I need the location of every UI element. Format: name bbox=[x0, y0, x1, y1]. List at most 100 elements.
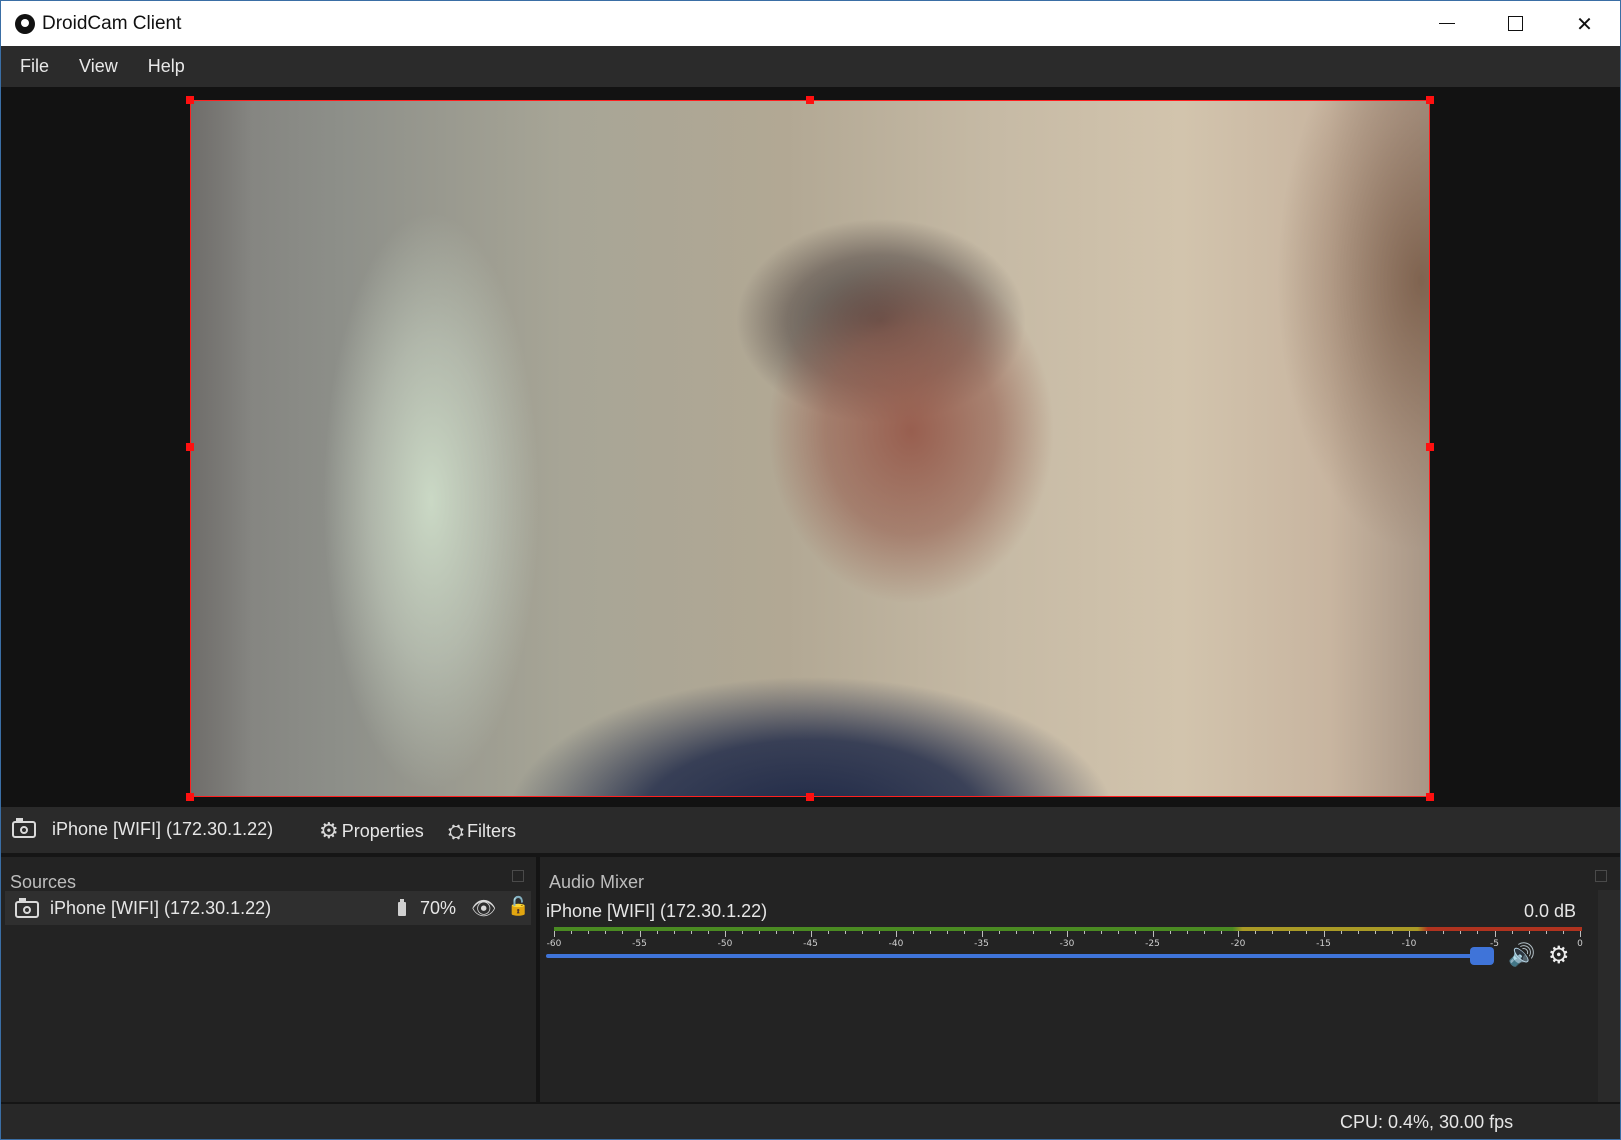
meter-scale-label: -10 bbox=[1401, 939, 1417, 949]
meter-minor-tick bbox=[930, 931, 932, 934]
filters-label: Filters bbox=[467, 820, 516, 841]
battery-icon bbox=[398, 899, 406, 916]
meter-minor-tick bbox=[1460, 931, 1462, 934]
meter-scale-label: -20 bbox=[1230, 939, 1246, 949]
meter-minor-tick bbox=[1272, 931, 1274, 934]
meter-minor-tick bbox=[1186, 931, 1188, 934]
meter-scale-label: 0 bbox=[1577, 939, 1583, 949]
meter-minor-tick bbox=[861, 931, 863, 934]
audio-mixer-dock: Audio Mixer iPhone [WIFI] (172.30.1.22) … bbox=[540, 857, 1620, 1102]
meter-major-tick bbox=[639, 931, 641, 937]
sources-title: Sources bbox=[10, 872, 77, 892]
source-camera-button[interactable] bbox=[12, 818, 36, 838]
meter-minor-tick bbox=[673, 931, 675, 934]
undock-icon[interactable] bbox=[512, 870, 524, 882]
resize-handle-top[interactable] bbox=[806, 96, 814, 104]
meter-minor-tick bbox=[1477, 931, 1479, 934]
menu-file[interactable]: File bbox=[1, 56, 63, 77]
properties-button[interactable]: ⚙ Properties bbox=[319, 819, 424, 844]
meter-scale-label: -60 bbox=[546, 939, 562, 949]
meter-minor-tick bbox=[1049, 931, 1051, 934]
status-bar: CPU: 0.4%, 30.00 fps bbox=[1, 1102, 1620, 1139]
meter-minor-tick bbox=[1306, 931, 1308, 934]
meter-scale-label: -50 bbox=[717, 939, 733, 949]
meter-minor-tick bbox=[1289, 931, 1291, 934]
video-edge-shade bbox=[191, 101, 251, 796]
meter-major-tick bbox=[981, 931, 983, 937]
mixer-scrollbar[interactable] bbox=[1598, 890, 1620, 1102]
meter-minor-tick bbox=[1426, 931, 1428, 934]
meter-major-tick bbox=[1409, 931, 1410, 937]
volume-slider-track[interactable] bbox=[546, 954, 1486, 958]
undock-icon[interactable] bbox=[1595, 870, 1607, 882]
resize-handle-bottom[interactable] bbox=[806, 793, 814, 801]
meter-minor-tick bbox=[707, 931, 709, 934]
meter-major-tick bbox=[810, 931, 812, 937]
meter-minor-tick bbox=[656, 931, 658, 934]
meter-minor-tick bbox=[1511, 931, 1513, 934]
gear-icon: ⚙ bbox=[319, 819, 339, 844]
menu-help[interactable]: Help bbox=[132, 56, 199, 77]
close-button[interactable]: ✕ bbox=[1550, 1, 1619, 46]
maximize-button[interactable] bbox=[1481, 1, 1550, 46]
minimize-icon bbox=[1438, 23, 1455, 24]
meter-minor-tick bbox=[913, 931, 915, 934]
filter-icon: ⛭ bbox=[448, 819, 464, 843]
app-window: DroidCam Client ✕ File View Help iPhone bbox=[0, 0, 1621, 1140]
maximize-icon bbox=[1508, 16, 1523, 31]
meter-major-tick bbox=[725, 931, 726, 937]
droidcam-app-icon bbox=[15, 14, 35, 34]
preview-area[interactable] bbox=[1, 87, 1620, 807]
lock-icon[interactable]: 🔓 bbox=[507, 896, 529, 917]
source-item-name: iPhone [WIFI] (172.30.1.22) bbox=[50, 898, 272, 918]
meter-minor-tick bbox=[571, 931, 573, 934]
video-preview[interactable] bbox=[190, 100, 1430, 797]
close-icon: ✕ bbox=[1576, 11, 1593, 36]
meter-minor-tick bbox=[947, 931, 949, 934]
title-bar: DroidCam Client ✕ bbox=[1, 1, 1620, 46]
meter-major-tick bbox=[1238, 931, 1239, 937]
minimize-button[interactable] bbox=[1412, 1, 1481, 46]
speaker-icon[interactable]: 🔊 bbox=[1508, 943, 1535, 968]
meter-minor-tick bbox=[793, 931, 795, 934]
gear-icon[interactable]: ⚙ bbox=[1548, 941, 1570, 969]
meter-minor-tick bbox=[622, 931, 624, 934]
resize-handle-top-right[interactable] bbox=[1426, 96, 1434, 104]
properties-label: Properties bbox=[341, 821, 424, 841]
resize-handle-left[interactable] bbox=[186, 443, 194, 451]
meter-minor-tick bbox=[1391, 931, 1393, 934]
camera-icon bbox=[12, 818, 36, 838]
meter-minor-tick bbox=[1118, 931, 1120, 934]
menu-bar: File View Help bbox=[1, 46, 1620, 87]
meter-major-tick bbox=[1152, 931, 1154, 937]
meter-minor-tick bbox=[1032, 931, 1034, 934]
meter-minor-tick bbox=[827, 931, 829, 934]
eye-icon[interactable]: 👁 bbox=[471, 896, 496, 920]
filters-button[interactable]: ⛭ Filters bbox=[448, 819, 516, 843]
meter-major-tick bbox=[1580, 931, 1581, 937]
source-toolbar: iPhone [WIFI] (172.30.1.22) ⚙ Properties… bbox=[1, 807, 1620, 853]
meter-minor-tick bbox=[998, 931, 1000, 934]
meter-major-tick bbox=[1494, 931, 1496, 937]
source-list-item[interactable]: iPhone [WIFI] (172.30.1.22) 70% 👁 🔓 bbox=[5, 891, 531, 925]
meter-scale-label: -35 bbox=[974, 939, 989, 949]
menu-view[interactable]: View bbox=[63, 56, 132, 77]
mixer-level-db: 0.0 dB bbox=[1523, 901, 1576, 921]
sources-dock: Sources iPhone [WIFI] (172.30.1.22) 70% … bbox=[1, 857, 536, 1102]
meter-minor-tick bbox=[878, 931, 880, 934]
meter-minor-tick bbox=[1169, 931, 1171, 934]
volume-slider-handle[interactable] bbox=[1470, 947, 1494, 965]
meter-minor-tick bbox=[1255, 931, 1257, 934]
meter-minor-tick bbox=[1101, 931, 1103, 934]
meter-scale-label: -40 bbox=[888, 939, 904, 949]
meter-minor-tick bbox=[690, 931, 692, 934]
resize-handle-right[interactable] bbox=[1426, 443, 1434, 451]
resize-handle-bottom-right[interactable] bbox=[1426, 793, 1434, 801]
resize-handle-bottom-left[interactable] bbox=[186, 793, 194, 801]
meter-minor-tick bbox=[1203, 931, 1205, 934]
meter-minor-tick bbox=[605, 931, 607, 934]
resize-handle-top-left[interactable] bbox=[186, 96, 194, 104]
meter-minor-tick bbox=[742, 931, 744, 934]
meter-minor-tick bbox=[1528, 931, 1530, 934]
meter-major-tick bbox=[1323, 931, 1325, 937]
